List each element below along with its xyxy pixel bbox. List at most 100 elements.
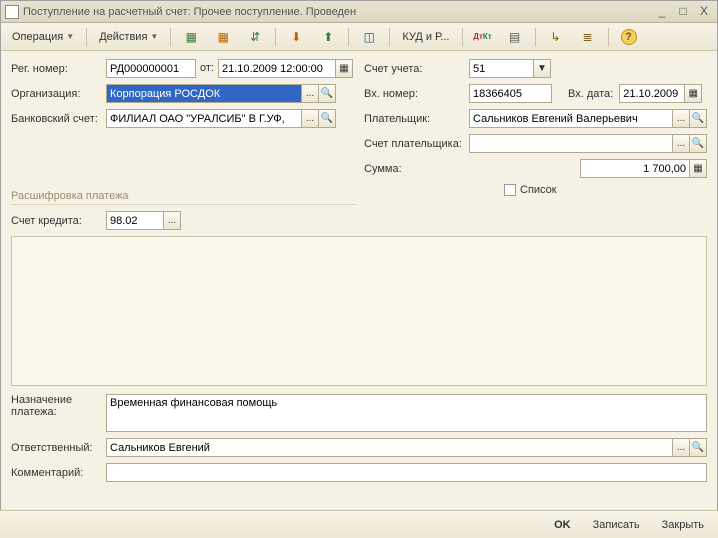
responsible-search-button[interactable]: 🔍 <box>689 438 707 457</box>
account-input[interactable] <box>469 59 534 78</box>
calendar-icon: ▦ <box>688 88 697 99</box>
create-icon: ⬆ <box>320 29 336 45</box>
credit-select-button[interactable]: ... <box>163 211 181 230</box>
ok-button[interactable]: OK <box>548 517 577 533</box>
repost-icon: ▦ <box>215 29 231 45</box>
comment-label: Комментарий: <box>11 467 106 479</box>
payer-account-search-button[interactable]: 🔍 <box>689 134 707 153</box>
toolbar-btn-5[interactable]: ⬆ <box>313 27 343 47</box>
help-icon: ? <box>621 29 637 45</box>
bank-search-button[interactable]: 🔍 <box>318 109 336 128</box>
form-body: Рег. номер: от: ▦ Организация: ... 🔍 Бан… <box>1 51 717 482</box>
bank-input[interactable] <box>106 109 302 128</box>
in-date-picker-button[interactable]: ▦ <box>684 84 702 103</box>
toolbar-btn-10[interactable]: ≣ <box>573 27 603 47</box>
purpose-label-1: Назначение <box>11 394 106 406</box>
footer: OK Записать Закрыть <box>0 510 718 538</box>
minimize-button[interactable]: _ <box>653 5 671 19</box>
report-icon: ▤ <box>507 29 523 45</box>
section-title: Расшифровка платежа <box>11 190 356 205</box>
maximize-button[interactable]: □ <box>674 5 692 19</box>
toolbar-btn-4[interactable]: ⬇ <box>281 27 311 47</box>
credit-input[interactable] <box>106 211 164 230</box>
responsible-label: Ответственный: <box>11 442 106 454</box>
org-select-button[interactable]: ... <box>301 84 319 103</box>
separator <box>86 28 87 46</box>
separator <box>170 28 171 46</box>
separator <box>608 28 609 46</box>
purpose-label: Назначение платежа: <box>11 394 106 418</box>
search-icon: 🔍 <box>692 113 704 124</box>
payer-account-label: Счет плательщика: <box>364 138 469 150</box>
payer-account-select-button[interactable]: ... <box>672 134 690 153</box>
sum-calc-button[interactable]: ▦ <box>689 159 707 178</box>
structure-icon: ◫ <box>361 29 377 45</box>
account-dropdown-button[interactable]: ▼ <box>533 59 551 78</box>
actions-menu[interactable]: Действия▼ <box>92 27 165 47</box>
reg-number-input[interactable] <box>106 59 196 78</box>
operation-menu[interactable]: Операция▼ <box>5 27 81 47</box>
details-area <box>11 236 707 386</box>
account-label: Счет учета: <box>364 63 469 75</box>
list-icon: ≣ <box>580 29 596 45</box>
responsible-input[interactable] <box>106 438 673 457</box>
ellipsis-icon: ... <box>677 113 685 124</box>
payer-input[interactable] <box>469 109 673 128</box>
date-picker-button[interactable]: ▦ <box>335 59 353 78</box>
search-icon: 🔍 <box>692 138 704 149</box>
ellipsis-icon: ... <box>306 88 314 99</box>
toolbar-btn-8[interactable]: ▤ <box>500 27 530 47</box>
purpose-textarea[interactable] <box>106 394 707 432</box>
payer-account-input[interactable] <box>469 134 673 153</box>
list-checkbox[interactable] <box>504 184 516 196</box>
toolbar-btn-1[interactable]: ▦ <box>176 27 206 47</box>
org-search-button[interactable]: 🔍 <box>318 84 336 103</box>
reg-number-label: Рег. номер: <box>11 63 106 75</box>
separator <box>348 28 349 46</box>
toolbar-btn-3[interactable]: ⇵ <box>240 27 270 47</box>
post-icon: ▦ <box>183 29 199 45</box>
separator <box>389 28 390 46</box>
date-input[interactable] <box>218 59 336 78</box>
tree-icon: ↳ <box>548 29 564 45</box>
dropdown-icon: ▼ <box>150 32 158 41</box>
document-icon <box>5 5 19 19</box>
calculator-icon: ▦ <box>693 163 702 174</box>
sum-label: Сумма: <box>364 163 469 175</box>
in-number-label: Вх. номер: <box>364 88 469 100</box>
close-form-button[interactable]: Закрыть <box>656 517 710 533</box>
comment-input[interactable] <box>106 463 707 482</box>
bank-select-button[interactable]: ... <box>301 109 319 128</box>
org-input[interactable] <box>106 84 302 103</box>
payer-select-button[interactable]: ... <box>672 109 690 128</box>
toolbar-btn-dtkt[interactable]: ДтКт <box>468 27 498 47</box>
payer-search-button[interactable]: 🔍 <box>689 109 707 128</box>
movements-icon: ⇵ <box>247 29 263 45</box>
ellipsis-icon: ... <box>168 215 176 226</box>
actions-label: Действия <box>99 31 147 43</box>
toolbar-btn-6[interactable]: ◫ <box>354 27 384 47</box>
in-date-input[interactable] <box>619 84 685 103</box>
kudir-label: КУД и Р... <box>402 31 449 43</box>
ot-label: от: <box>200 59 214 78</box>
dropdown-icon: ▼ <box>537 63 547 74</box>
sum-input[interactable] <box>580 159 690 178</box>
kudir-button[interactable]: КУД и Р... <box>395 27 456 47</box>
search-icon: 🔍 <box>321 113 333 124</box>
ellipsis-icon: ... <box>677 442 685 453</box>
in-date-label: Вх. дата: <box>568 88 613 100</box>
toolbar: Операция▼ Действия▼ ▦ ▦ ⇵ ⬇ ⬆ ◫ КУД и Р.… <box>1 23 717 51</box>
help-button[interactable]: ? <box>614 27 644 47</box>
close-button[interactable]: X <box>695 5 713 19</box>
responsible-select-button[interactable]: ... <box>672 438 690 457</box>
dtkt-icon: ДтКт <box>475 29 491 45</box>
payer-label: Плательщик: <box>364 113 469 125</box>
separator <box>462 28 463 46</box>
list-checkbox-label: Список <box>520 184 557 196</box>
titlebar: Поступление на расчетный счет: Прочее по… <box>1 1 717 23</box>
in-number-input[interactable] <box>469 84 552 103</box>
toolbar-btn-9[interactable]: ↳ <box>541 27 571 47</box>
save-button[interactable]: Записать <box>587 517 646 533</box>
operation-label: Операция <box>12 31 63 43</box>
toolbar-btn-2[interactable]: ▦ <box>208 27 238 47</box>
